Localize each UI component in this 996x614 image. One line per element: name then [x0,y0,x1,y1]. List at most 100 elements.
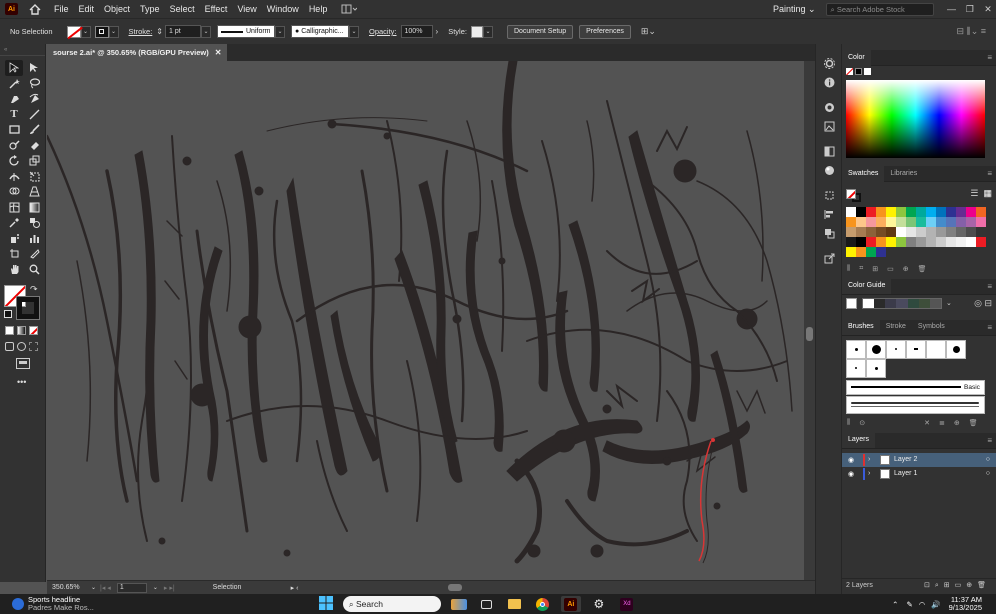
visibility-eye-icon[interactable]: ◉ [842,456,860,464]
swatch-cell[interactable] [976,207,986,217]
swatch-cell[interactable] [906,237,916,247]
swatch-cell[interactable] [936,207,946,217]
draw-behind-icon[interactable] [17,342,26,351]
document-tab[interactable]: sourse 2.ai* @ 350.65% (RGB/GPU Preview)… [47,44,228,61]
swatch-cell[interactable] [866,217,876,227]
transparency-icon[interactable] [816,142,843,161]
clock[interactable]: 11:37 AM 9/13/2025 [949,596,982,612]
minimize-icon[interactable]: — [944,4,960,14]
swatch-cell[interactable] [896,217,906,227]
free-transform-tool-icon[interactable] [25,169,43,185]
swatch-cell[interactable] [886,237,896,247]
harmony-color[interactable] [918,298,930,308]
swatch-cell[interactable] [886,217,896,227]
chrome-icon[interactable] [533,596,553,612]
default-colors-icon[interactable] [4,310,12,318]
menu-help[interactable]: Help [309,4,328,14]
zoom-level[interactable]: 350.65% [47,584,87,591]
opacity-arrow-icon[interactable]: › [436,27,439,36]
layer-row-2[interactable]: ◉ › Layer 2 ○ [842,452,996,467]
appearance-icon[interactable] [816,98,843,117]
stroke-color-box[interactable] [16,296,40,320]
swatch-cell[interactable] [876,207,886,217]
grid-view-icon[interactable]: ▦ [983,188,992,199]
brush-art-strokes[interactable] [846,395,985,414]
swatch-cell[interactable] [906,227,916,237]
brush-dot-small[interactable] [846,339,866,359]
artboard-number[interactable]: 1 [116,582,147,593]
swatch-cell[interactable] [916,207,926,217]
swatch-cell[interactable] [866,227,876,237]
paintbrush-tool-icon[interactable] [25,122,43,138]
toolbar-grip[interactable]: « [0,44,45,56]
swatch-cell[interactable] [846,247,856,257]
volume-icon[interactable]: 🔊 [931,600,940,609]
swatch-grid[interactable] [842,205,996,259]
stroke-swatch[interactable] [94,25,109,38]
direct-selection-tool-icon[interactable] [25,60,43,76]
export-icon[interactable] [816,249,843,268]
swatch-cell[interactable] [946,217,956,227]
delete-brush-icon[interactable]: 🗑 [969,419,978,427]
swap-fill-stroke-icon[interactable]: ↷ [30,284,38,295]
expand-layer-icon[interactable]: › [868,456,878,463]
swatch-cell[interactable] [856,217,866,227]
column-graph-tool-icon[interactable] [25,231,43,247]
menu-type[interactable]: Type [140,4,160,14]
none-mode-icon[interactable] [29,326,38,335]
swatch-cell[interactable] [856,237,866,247]
layer-row-1[interactable]: ◉ › Layer 1 ○ [842,467,996,481]
color-mode-icon[interactable] [5,326,14,335]
harmony-color[interactable] [885,298,897,308]
vertical-scrollbar[interactable] [804,61,815,580]
color-guide-menu-icon[interactable]: ≡ [987,282,992,291]
transform-icon[interactable] [816,186,843,205]
opacity-field[interactable]: 100% [400,25,433,38]
swatch-cell[interactable] [866,247,876,257]
swatch-cell[interactable] [856,227,866,237]
swatch-cell[interactable] [846,217,856,227]
swatch-cell[interactable] [966,217,976,227]
line-segment-tool-icon[interactable] [25,107,43,123]
base-color-swatch[interactable] [846,297,857,309]
new-brush-icon[interactable]: ⊕ [954,419,960,427]
tab-color[interactable]: Color [842,49,871,66]
swatch-fill-indicator[interactable] [846,188,856,199]
new-color-group-icon[interactable]: ▭ [887,265,894,273]
swatch-cell[interactable] [886,227,896,237]
layer-name[interactable]: Layer 1 [894,470,917,477]
target-icon[interactable]: ○ [986,470,990,477]
swatch-kind-icon[interactable]: ⌗ [859,265,863,273]
brush-import-icon[interactable]: ⊙ [859,419,865,427]
swatch-cell[interactable] [866,237,876,247]
menu-select[interactable]: Select [170,4,195,14]
swatch-cell[interactable] [936,227,946,237]
draw-normal-icon[interactable] [5,342,14,351]
swatch-cell[interactable] [966,207,976,217]
align-panel-icon[interactable] [816,205,843,224]
menu-effect[interactable]: Effect [205,4,228,14]
tab-symbols[interactable]: Symbols [912,319,951,335]
brush-definition[interactable]: ● Calligraphic... [291,25,349,38]
swatch-cell[interactable] [976,227,986,237]
width-tool-icon[interactable] [5,169,23,185]
arrange-documents-icon[interactable] [341,4,358,14]
color-panel-menu-icon[interactable]: ≡ [987,53,992,62]
swatch-cell[interactable] [976,237,986,247]
variable-width-profile[interactable]: Uniform [217,25,275,38]
brush-dot-medium[interactable] [946,339,966,359]
artboard-dropdown-icon[interactable]: ⌄ [153,584,158,591]
harmony-color[interactable] [929,298,941,308]
expand-layer-icon[interactable]: › [868,470,878,477]
slice-tool-icon[interactable] [25,246,43,262]
swatch-cell[interactable] [936,217,946,227]
tab-color-guide[interactable]: Color Guide [842,278,892,294]
close-tab-icon[interactable]: ✕ [215,48,222,57]
document-setup-button[interactable]: Document Setup [506,24,574,39]
swatch-cell[interactable] [946,207,956,217]
swatch-cell[interactable] [926,237,936,247]
taskbar-search[interactable]: ⌕ Search [342,596,441,612]
menu-view[interactable]: View [237,4,256,14]
close-window-icon[interactable]: ✕ [980,4,996,15]
magic-wand-tool-icon[interactable] [5,76,23,92]
